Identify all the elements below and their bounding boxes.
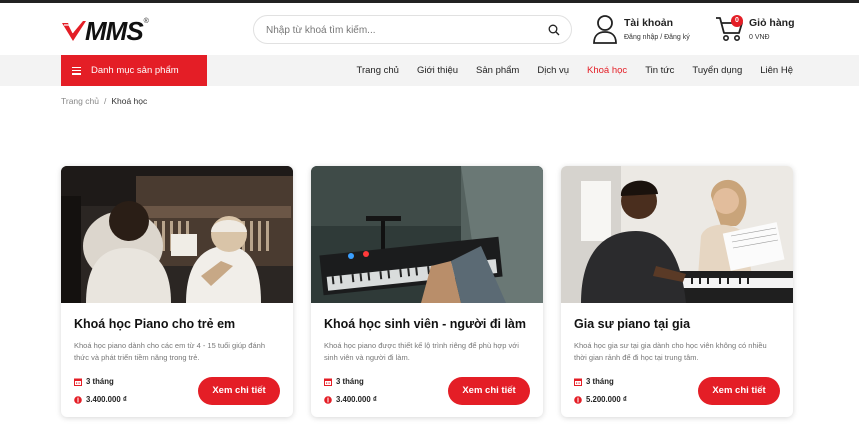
course-price: 3.400.000 ₫ — [324, 395, 377, 404]
course-price-text: 5.200.000 ₫ — [586, 395, 627, 404]
course-card[interactable]: Khoá học sinh viên - người đi làm Khoá h… — [311, 166, 543, 417]
course-duration-text: 3 tháng — [86, 377, 114, 386]
cart-count-badge: 0 — [731, 15, 743, 27]
logo-check-icon — [62, 21, 86, 41]
calendar-icon — [74, 378, 82, 386]
course-duration-text: 3 tháng — [336, 377, 364, 386]
course-card[interactable]: Gia sư piano tại gia Khoá học gia sư tại… — [561, 166, 793, 417]
course-card[interactable]: Khoá học Piano cho trẻ em Khoá học piano… — [61, 166, 293, 417]
account-login-register-link[interactable]: Đăng nhập / Đăng ký — [624, 34, 690, 41]
course-price-text: 3.400.000 ₫ — [336, 395, 377, 404]
nav-item-services[interactable]: Dịch vụ — [537, 65, 569, 76]
price-icon — [74, 395, 82, 404]
price-icon — [574, 395, 582, 404]
nav-item-contact[interactable]: Liên Hệ — [760, 65, 793, 76]
breadcrumb-home[interactable]: Trang chủ — [61, 96, 99, 106]
course-description: Khoá học piano dành cho các em từ 4 - 15… — [74, 341, 265, 362]
breadcrumb-current: Khoá học — [111, 96, 148, 106]
course-title[interactable]: Khoá học Piano cho trẻ em — [74, 317, 235, 331]
cart-title: Giỏ hàng — [749, 17, 795, 29]
nav-item-products[interactable]: Sản phẩm — [476, 65, 519, 76]
hamburger-icon — [72, 66, 81, 75]
header: MMS ® Tài khoản Đăng nhập / Đăng ký 0 Gi… — [0, 3, 859, 55]
user-icon — [593, 15, 617, 44]
view-details-button[interactable]: Xem chi tiết — [448, 377, 530, 405]
nav-item-home[interactable]: Trang chủ — [357, 65, 399, 76]
course-duration: 3 tháng — [574, 377, 614, 386]
view-details-button[interactable]: Xem chi tiết — [698, 377, 780, 405]
calendar-icon — [324, 378, 332, 386]
course-image[interactable] — [311, 166, 543, 303]
course-price: 5.200.000 ₫ — [574, 395, 627, 404]
account-menu[interactable]: Tài khoản Đăng nhập / Đăng ký — [592, 14, 704, 48]
course-image[interactable] — [61, 166, 293, 303]
nav-bar: Danh mục sản phẩm Trang chủ Giới thiệu S… — [0, 55, 859, 86]
course-description: Khoá học piano được thiết kế lộ trình ri… — [324, 341, 519, 362]
course-title[interactable]: Khoá học sinh viên - người đi làm — [324, 317, 526, 331]
search-icon[interactable] — [548, 24, 560, 36]
category-menu-label: Danh mục sản phẩm — [91, 65, 179, 76]
course-price: 3.400.000 ₫ — [74, 395, 127, 404]
cart[interactable]: 0 Giỏ hàng 0 VNĐ — [715, 13, 800, 47]
tutor-piano-photo-icon — [561, 166, 793, 303]
course-title[interactable]: Gia sư piano tại gia — [574, 317, 690, 331]
nav-item-courses[interactable]: Khoá học — [587, 65, 627, 76]
course-duration: 3 tháng — [74, 377, 114, 386]
breadcrumb: Trang chủ / Khoá học — [61, 96, 147, 106]
main-menu: Trang chủ Giới thiệu Sản phẩm Dịch vụ Kh… — [339, 55, 793, 86]
logo-text: MMS — [85, 16, 144, 46]
logo[interactable]: MMS ® — [61, 17, 169, 45]
course-image[interactable] — [561, 166, 793, 303]
cart-total: 0 VNĐ — [749, 34, 770, 41]
calendar-icon — [574, 378, 582, 386]
nav-item-careers[interactable]: Tuyển dụng — [692, 65, 742, 76]
category-menu-button[interactable]: Danh mục sản phẩm — [61, 55, 207, 86]
course-duration-text: 3 tháng — [586, 377, 614, 386]
price-icon — [324, 395, 332, 404]
course-description: Khoá học gia sư tại gia dành cho học viê… — [574, 341, 767, 362]
nav-item-about[interactable]: Giới thiệu — [417, 65, 458, 76]
breadcrumb-separator: / — [103, 96, 107, 106]
account-title: Tài khoản — [624, 17, 674, 29]
kids-piano-photo-icon — [61, 166, 293, 303]
course-price-text: 3.400.000 ₫ — [86, 395, 127, 404]
logo-reg-mark: ® — [143, 18, 149, 25]
nav-item-news[interactable]: Tin tức — [645, 65, 674, 76]
search-box — [253, 15, 572, 44]
view-details-button[interactable]: Xem chi tiết — [198, 377, 280, 405]
course-duration: 3 tháng — [324, 377, 364, 386]
keyboard-photo-icon — [311, 166, 543, 303]
search-input[interactable] — [266, 22, 536, 38]
